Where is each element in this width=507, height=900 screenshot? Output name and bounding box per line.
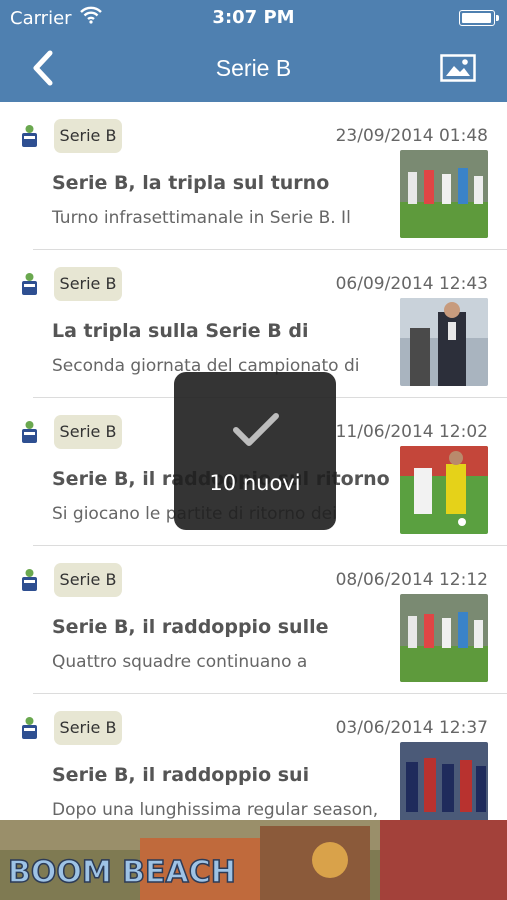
article-thumbnail <box>400 150 488 238</box>
article-date: 11/06/2014 12:02 <box>335 422 488 442</box>
article-title: Serie B, la tripla sul turno <box>52 172 330 194</box>
article-title: La tripla sulla Serie B di <box>52 320 309 342</box>
page-title: Serie B <box>215 55 292 81</box>
news-list-item[interactable]: Serie B 23/09/2014 01:48 Serie B, la tri… <box>0 102 507 250</box>
serie-b-logo-icon <box>22 717 37 739</box>
article-date: 06/09/2014 12:43 <box>335 274 488 294</box>
checkmark-icon <box>233 413 279 446</box>
article-date: 08/06/2014 12:12 <box>335 570 488 590</box>
serie-b-logo-icon <box>22 273 37 295</box>
ad-banner-text: BOOM BEACH <box>8 855 236 890</box>
news-list-item[interactable]: Serie B 03/06/2014 12:37 Serie B, il rad… <box>0 694 507 820</box>
category-tag[interactable]: Serie B <box>54 267 122 301</box>
article-title: Serie B, il raddoppio sui <box>52 764 310 786</box>
navigation-header: Carrier 3:07 PM Serie B <box>0 0 507 102</box>
battery-icon <box>459 10 499 26</box>
article-date: 03/06/2014 12:37 <box>335 718 488 738</box>
clock: 3:07 PM <box>212 7 295 28</box>
serie-b-logo-icon <box>22 569 37 591</box>
article-date: 23/09/2014 01:48 <box>335 126 488 146</box>
news-list-item[interactable]: Serie B 08/06/2014 12:12 Serie B, il rad… <box>0 546 507 694</box>
image-icon[interactable] <box>440 54 476 82</box>
category-tag[interactable]: Serie B <box>54 711 122 745</box>
status-bar: Carrier 3:07 PM <box>0 0 507 36</box>
article-snippet: Turno infrasettimanale in Serie B. Il <box>52 208 351 228</box>
article-thumbnail <box>400 594 488 682</box>
category-tag[interactable]: Serie B <box>54 415 122 449</box>
article-thumbnail <box>400 446 488 534</box>
category-tag[interactable]: Serie B <box>54 563 122 597</box>
serie-b-logo-icon <box>22 125 37 147</box>
article-snippet: Dopo una lunghissima regular season, <box>52 800 379 820</box>
toast-message: 10 nuovi <box>209 471 301 495</box>
article-thumbnail <box>400 298 488 386</box>
serie-b-logo-icon <box>22 421 37 443</box>
new-items-toast: 10 nuovi <box>174 372 336 530</box>
ad-banner[interactable]: BOOM BEACH <box>0 820 507 900</box>
article-snippet: Quattro squadre continuano a <box>52 652 308 672</box>
article-title: Serie B, il raddoppio sulle <box>52 616 329 638</box>
category-tag[interactable]: Serie B <box>54 119 122 153</box>
article-thumbnail <box>400 742 488 820</box>
